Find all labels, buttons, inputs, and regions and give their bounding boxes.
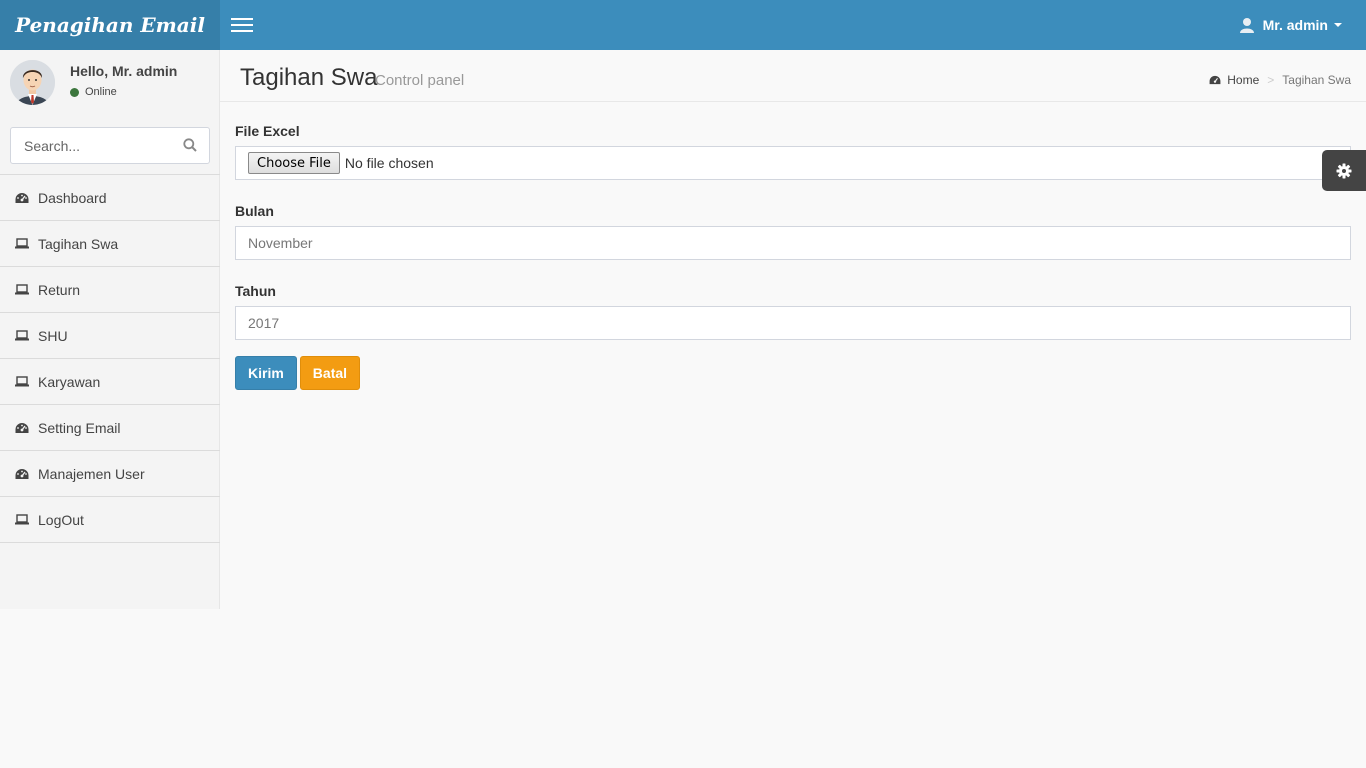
- user-menu-label: Mr. admin: [1262, 17, 1328, 33]
- file-excel-input[interactable]: Choose File No file chosen: [235, 146, 1351, 180]
- tahun-field[interactable]: 2017: [235, 306, 1351, 340]
- breadcrumb-home-link[interactable]: Home: [1209, 73, 1259, 87]
- dashboard-icon: [15, 421, 29, 435]
- caret-down-icon: [1334, 23, 1342, 27]
- dashboard-icon: [15, 191, 29, 205]
- laptop-icon: [15, 513, 29, 527]
- tahun-label: Tahun: [235, 283, 276, 299]
- file-status-text: No file chosen: [344, 155, 434, 171]
- user-status[interactable]: Online: [70, 86, 177, 98]
- sidebar-item-setting-email[interactable]: Setting Email: [0, 405, 220, 451]
- sidebar-item-logout[interactable]: LogOut: [0, 497, 220, 543]
- breadcrumb: Home > Tagihan Swa: [1209, 73, 1351, 87]
- dashboard-icon: [1209, 75, 1221, 85]
- user-panel: Hello, Mr. admin Online: [10, 60, 210, 110]
- sidebar-item-tagihan-swa[interactable]: Tagihan Swa: [0, 221, 220, 267]
- sidebar-item-label: Dashboard: [38, 189, 107, 206]
- user-icon: [1239, 18, 1254, 33]
- online-status-icon: [70, 87, 79, 97]
- breadcrumb-home-label: Home: [1227, 73, 1260, 87]
- sidebar-menu: Dashboard Tagihan Swa Return SHU Karyawa…: [0, 174, 220, 543]
- sidebar-item-dashboard[interactable]: Dashboard: [0, 175, 220, 221]
- choose-file-button[interactable]: Choose File: [248, 152, 340, 174]
- page-title: Tagihan Swa: [240, 64, 378, 91]
- search-icon: [183, 138, 197, 152]
- laptop-icon: [15, 237, 29, 251]
- gear-icon: [1336, 163, 1352, 178]
- sidebar-item-label: Return: [38, 281, 81, 298]
- top-navbar: Penagihan Email Mr. admin: [0, 0, 1366, 50]
- batal-button[interactable]: Batal: [299, 356, 361, 390]
- hamburger-icon: [231, 18, 253, 32]
- form-actions: Kirim Batal: [235, 356, 1351, 390]
- sidebar-item-label: Setting Email: [38, 419, 121, 436]
- user-status-label: Online: [85, 86, 117, 98]
- laptop-icon: [15, 375, 29, 389]
- sidebar-item-karyawan[interactable]: Karyawan: [0, 359, 220, 405]
- dashboard-icon: [15, 467, 29, 481]
- sidebar-item-label: SHU: [38, 327, 68, 344]
- search-button[interactable]: [183, 138, 199, 154]
- sidebar: Hello, Mr. admin Online Dashboard: [0, 50, 220, 609]
- breadcrumb-separator: >: [1267, 73, 1275, 87]
- sidebar-item-return[interactable]: Return: [0, 267, 220, 313]
- laptop-icon: [15, 283, 29, 297]
- control-sidebar-toggle[interactable]: [1322, 150, 1366, 191]
- sidebar-item-label: Tagihan Swa: [38, 235, 119, 252]
- file-excel-label: File Excel: [235, 123, 300, 139]
- upload-form: File Excel Choose File No file chosen Bu…: [235, 123, 1351, 390]
- laptop-icon: [15, 329, 29, 343]
- breadcrumb-current: Tagihan Swa: [1282, 73, 1351, 87]
- content-header: Tagihan Swa Control panel Home > Tagihan…: [220, 50, 1366, 102]
- kirim-button[interactable]: Kirim: [235, 356, 297, 390]
- page-subtitle: Control panel: [375, 72, 465, 89]
- sidebar-item-label: Karyawan: [38, 373, 101, 390]
- sidebar-item-label: LogOut: [38, 511, 84, 528]
- user-greeting: Hello, Mr. admin: [70, 63, 178, 79]
- sidebar-item-manajemen-user[interactable]: Manajemen User: [0, 451, 220, 497]
- sidebar-item-shu[interactable]: SHU: [0, 313, 220, 359]
- sidebar-search-form: [10, 127, 210, 164]
- sidebar-toggle-button[interactable]: [222, 0, 262, 50]
- bulan-label: Bulan: [235, 203, 274, 219]
- bulan-field[interactable]: November: [235, 226, 1351, 260]
- sidebar-item-label: Manajemen User: [38, 465, 145, 482]
- app-logo[interactable]: Penagihan Email: [0, 0, 220, 50]
- user-menu-dropdown[interactable]: Mr. admin: [1239, 0, 1342, 50]
- avatar: [10, 60, 55, 105]
- search-input[interactable]: [11, 128, 176, 163]
